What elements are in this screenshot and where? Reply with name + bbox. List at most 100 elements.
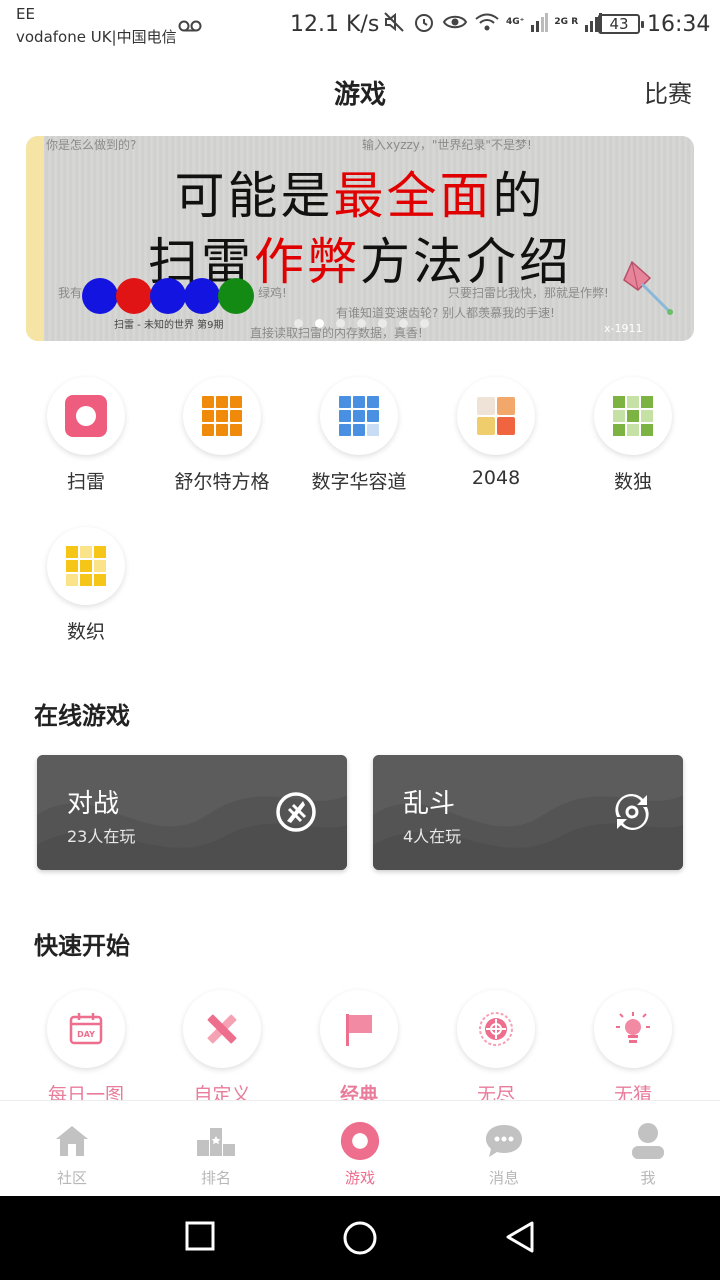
banner-watermark: x-1911 <box>604 322 643 335</box>
battery-indicator: 43 <box>598 14 644 34</box>
nav-label: 社区 <box>56 1169 87 1187</box>
carrier-primary: EE <box>16 5 35 23</box>
game-label: 舒尔特方格 <box>174 471 270 493</box>
banner-caption: 扫雷 - 未知的世界 第9期 <box>114 320 224 331</box>
pager-dot[interactable] <box>399 319 408 328</box>
blue-ball <box>150 278 186 314</box>
endless-game-button[interactable]: 无尽 <box>431 990 561 1107</box>
status-icons: 4G⁺ 2G R <box>382 10 603 34</box>
banner-pager[interactable] <box>294 319 429 328</box>
clock: 16:34 <box>647 12 711 37</box>
player-count: 23人在玩 <box>67 827 136 846</box>
ruler-pencil-icon[interactable] <box>183 990 261 1068</box>
sudoku-icon[interactable] <box>594 377 672 455</box>
voicemail-icon <box>178 20 202 32</box>
kite-icon <box>623 260 673 315</box>
game-icon[interactable] <box>340 1121 380 1161</box>
recent-apps-icon[interactable] <box>184 1220 216 1252</box>
page-title: 游戏 <box>333 80 386 110</box>
network-speed: 12.1 K/s <box>290 12 380 37</box>
nav-label: 消息 <box>488 1169 519 1187</box>
system-navigation-bar <box>0 1196 720 1280</box>
green-ball <box>218 278 254 314</box>
game-label: 数织 <box>66 621 105 643</box>
sim1-network-label: 4G⁺ <box>506 17 525 27</box>
custom-game-button[interactable]: 自定义 <box>157 990 287 1107</box>
banner-headline-1: 可能是最全面的 <box>26 156 694 228</box>
game-schulte-grid[interactable]: 舒尔特方格 <box>157 377 287 494</box>
game-label: 数字华容道 <box>311 471 407 493</box>
card-title: 乱斗 <box>403 789 456 819</box>
bottom-navigation: 社区 排名 游戏 消息 我 <box>0 1100 720 1196</box>
schulte-grid-icon[interactable] <box>183 377 261 455</box>
player-count: 4人在玩 <box>403 827 462 846</box>
headline-highlight: 作弊 <box>254 233 360 291</box>
mute-icon <box>384 12 404 32</box>
sim2-network-label: 2G R <box>554 17 579 27</box>
game-label: 数独 <box>613 471 652 493</box>
back-icon[interactable] <box>504 1220 536 1254</box>
game-nonogram[interactable]: 数织 <box>21 527 151 644</box>
nav-games[interactable]: 游戏 <box>288 1101 432 1188</box>
pager-dot[interactable] <box>357 319 366 328</box>
number-puzzle-icon[interactable] <box>320 377 398 455</box>
game-minesweeper[interactable]: 扫雷 <box>21 377 151 494</box>
nav-label: 我 <box>640 1169 656 1187</box>
headline-text: 方法介绍 <box>360 233 572 291</box>
quick-start-title: 快速开始 <box>34 932 130 960</box>
game-sudoku[interactable]: 数独 <box>568 377 698 494</box>
game-number-puzzle[interactable]: 数字华容道 <box>294 377 424 494</box>
target-icon[interactable] <box>457 990 535 1068</box>
nav-ranking[interactable]: 排名 <box>144 1101 288 1188</box>
headline-text: 的 <box>492 167 546 225</box>
home-button-icon[interactable] <box>342 1220 378 1256</box>
daily-puzzle-button[interactable]: DAY 每日一图 <box>21 990 151 1107</box>
pager-dot[interactable] <box>420 319 429 328</box>
battle-card[interactable]: 对战 23人在玩 <box>37 755 347 870</box>
game-label: 扫雷 <box>66 471 105 493</box>
2048-icon[interactable] <box>457 377 535 455</box>
game-label: 2048 <box>471 467 521 489</box>
minesweeper-icon[interactable] <box>47 377 125 455</box>
user-icon[interactable] <box>628 1121 668 1161</box>
eye-icon <box>442 15 468 29</box>
home-icon[interactable] <box>52 1121 92 1161</box>
app-header: 游戏 比赛 <box>0 50 720 130</box>
headline-highlight: 最全面 <box>333 167 493 225</box>
online-games-title: 在线游戏 <box>34 702 130 730</box>
podium-icon[interactable] <box>196 1121 236 1161</box>
pager-dot[interactable] <box>336 319 345 328</box>
nav-messages[interactable]: 消息 <box>432 1101 576 1188</box>
nav-community[interactable]: 社区 <box>0 1101 144 1188</box>
nav-profile[interactable]: 我 <box>576 1101 720 1188</box>
signal-icon <box>531 13 549 32</box>
brawl-icon <box>615 794 649 830</box>
lightbulb-icon[interactable] <box>594 990 672 1068</box>
classic-game-button[interactable]: 经典 <box>294 990 424 1107</box>
card-title: 对战 <box>67 789 120 819</box>
pager-dot[interactable] <box>378 319 387 328</box>
nonogram-icon[interactable] <box>47 527 125 605</box>
flag-icon[interactable] <box>320 990 398 1068</box>
no-guess-game-button[interactable]: 无猜 <box>568 990 698 1107</box>
brawl-card[interactable]: 乱斗 4人在玩 <box>373 755 683 870</box>
blue-ball <box>82 278 118 314</box>
promo-banner[interactable]: 你是怎么做到的? 输入xyzzy，"世界纪录"不是梦! 我有 绿鸡! 只要扫雷比… <box>26 136 694 341</box>
headline-text: 可能是 <box>174 167 334 225</box>
calendar-day-text: DAY <box>77 1030 95 1039</box>
carrier-secondary: vodafone UK|中国电信 <box>16 28 177 46</box>
battle-icon <box>276 792 316 832</box>
nav-label-active: 游戏 <box>344 1169 375 1187</box>
chat-icon[interactable] <box>484 1121 524 1161</box>
red-ball <box>116 278 152 314</box>
status-bar: EE vodafone UK|中国电信 12.1 K/s 4G⁺ 2G R 43… <box>0 0 720 50</box>
competition-link[interactable]: 比赛 <box>644 74 692 109</box>
blue-ball <box>184 278 220 314</box>
colored-balls <box>82 278 254 314</box>
pager-dot[interactable] <box>294 319 303 328</box>
wifi-icon <box>475 13 499 31</box>
nav-label: 排名 <box>200 1169 231 1187</box>
calendar-day-icon[interactable]: DAY <box>47 990 125 1068</box>
game-2048[interactable]: 2048 <box>431 377 561 489</box>
pager-dot-active[interactable] <box>315 319 324 328</box>
